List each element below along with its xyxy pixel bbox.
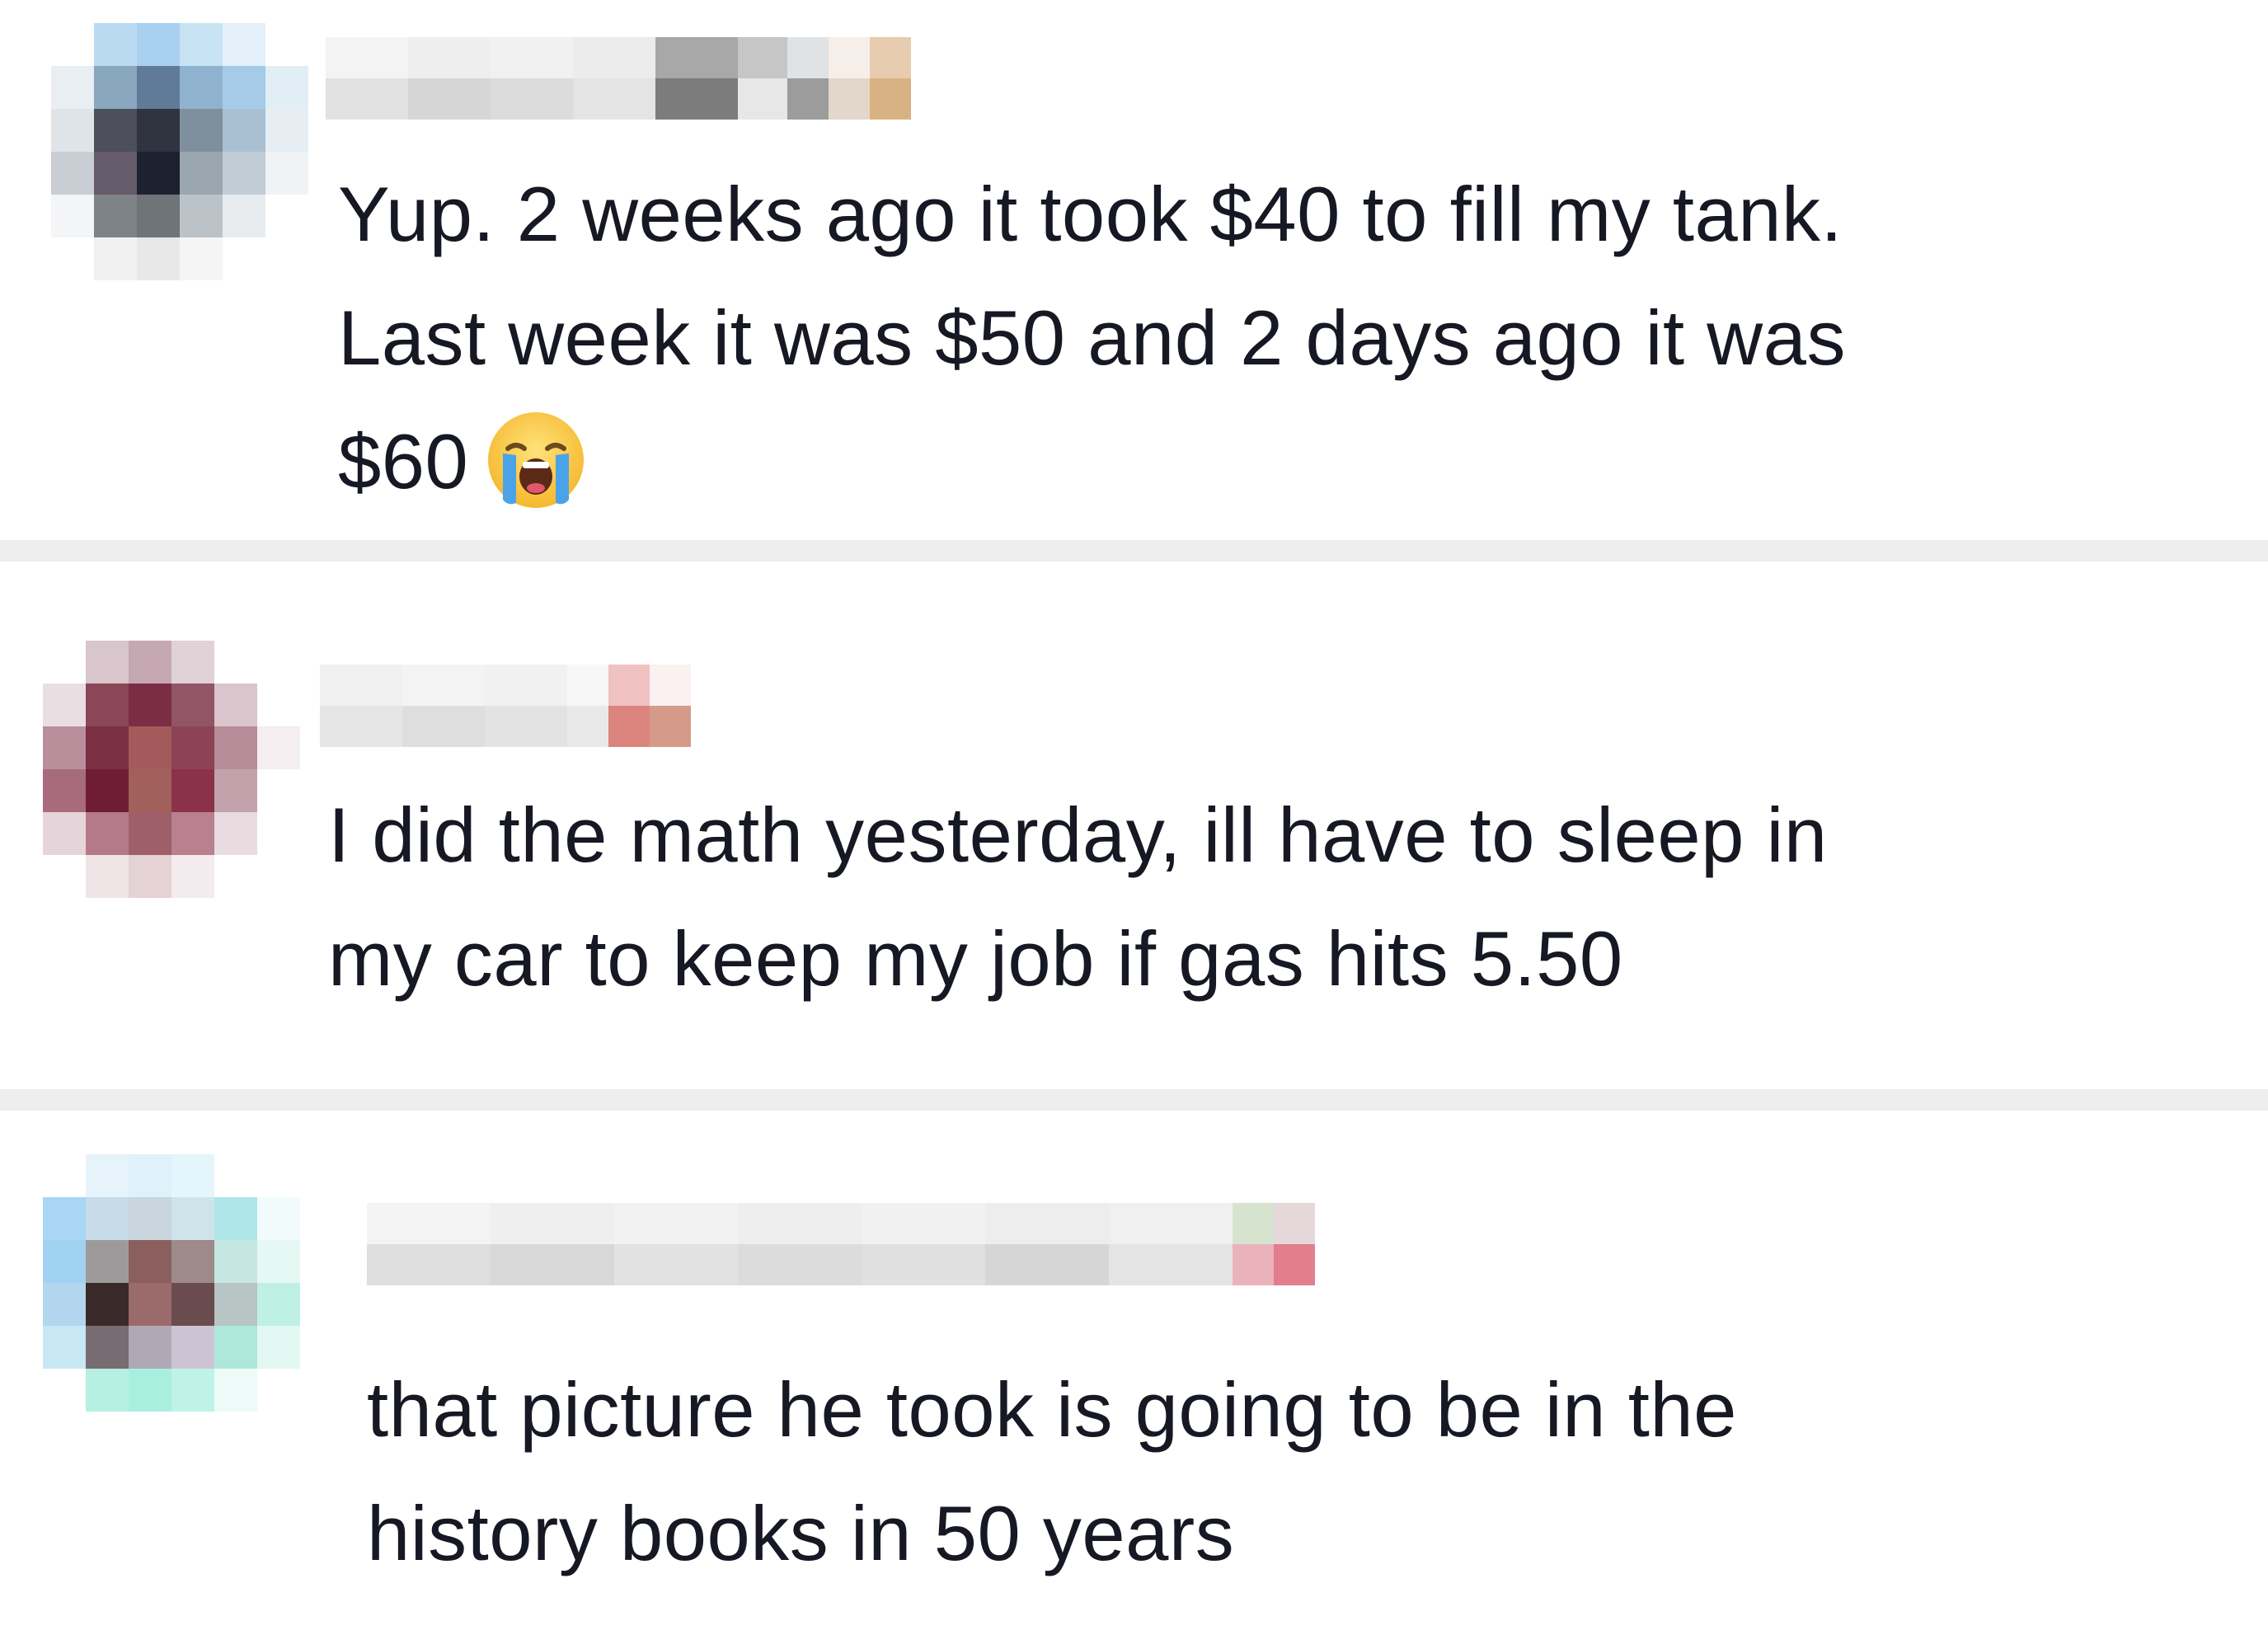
comment-text-line: that picture he took is going to be in t…: [367, 1366, 1737, 1453]
username-blurred[interactable]: [320, 665, 691, 747]
comment-divider: [0, 540, 2268, 561]
comment-text-line: history books in 50 years: [367, 1490, 1235, 1576]
avatar[interactable]: [51, 23, 308, 280]
comment-text: I did the math yesterday, ill have to sl…: [328, 773, 1828, 1021]
loudly-crying-face-icon: [483, 407, 589, 513]
comment-item: Yup. 2 weeks ago it took $40 to fill my …: [0, 0, 2268, 540]
comment-text-line: Last week it was $50 and 2 days ago it w…: [338, 294, 1846, 381]
comment-item: I did the math yesterday, ill have to sl…: [0, 561, 2268, 1089]
avatar[interactable]: [43, 1154, 300, 1412]
comment-text: Yup. 2 weeks ago it took $40 to fill my …: [338, 153, 1846, 524]
comment-text-line: $60: [338, 418, 469, 505]
username-blurred[interactable]: [326, 37, 911, 120]
comment-text: that picture he took is going to be in t…: [367, 1348, 1737, 1595]
comment-text-line: I did the math yesterday, ill have to sl…: [328, 792, 1828, 878]
comment-text-line: Yup. 2 weeks ago it took $40 to fill my …: [338, 171, 1843, 257]
username-blurred[interactable]: [367, 1203, 1315, 1285]
comment-item: that picture he took is going to be in t…: [0, 1111, 2268, 1649]
comment-text-line: my car to keep my job if gas hits 5.50: [328, 915, 1623, 1002]
comment-divider: [0, 1089, 2268, 1111]
avatar[interactable]: [43, 641, 300, 898]
